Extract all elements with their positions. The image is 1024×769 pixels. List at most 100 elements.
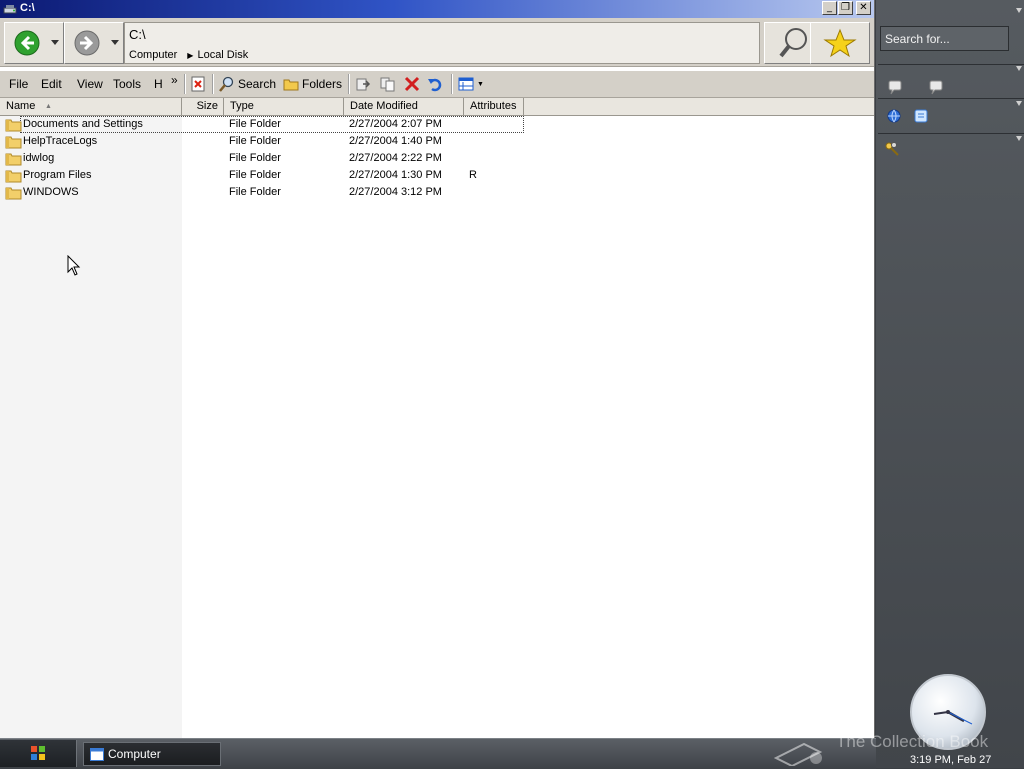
keys-icon[interactable] bbox=[884, 141, 900, 157]
table-row[interactable]: WINDOWS File Folder 2/27/2004 3:12 PM bbox=[0, 184, 874, 201]
menu-file[interactable]: File bbox=[9, 77, 28, 91]
forward-history-dropdown-icon[interactable] bbox=[111, 40, 119, 45]
minimize-button[interactable]: _ bbox=[822, 1, 837, 15]
file-attributes: R bbox=[469, 169, 477, 181]
toolbar-separator bbox=[348, 74, 350, 94]
folder-icon bbox=[5, 136, 22, 149]
sort-ascending-icon: ▲ bbox=[45, 103, 52, 110]
file-date: 2/27/2004 1:30 PM bbox=[349, 169, 442, 181]
file-type: File Folder bbox=[229, 118, 281, 130]
table-row[interactable]: HelpTraceLogs File Folder 2/27/2004 1:40… bbox=[0, 133, 874, 150]
forward-arrow-icon bbox=[74, 30, 100, 56]
title-bar[interactable]: C:\ _ ❐ ✕ bbox=[0, 0, 874, 18]
chat-bubble-icon[interactable] bbox=[928, 80, 944, 96]
toolbar-separator bbox=[212, 74, 214, 94]
menu-overflow-chevron[interactable]: » bbox=[171, 73, 178, 87]
file-date: 2/27/2004 2:07 PM bbox=[349, 118, 442, 130]
star-icon bbox=[823, 28, 857, 58]
column-header-attributes[interactable]: Attributes bbox=[464, 98, 524, 115]
column-attributes-label: Attributes bbox=[470, 100, 517, 112]
sidebar-menu-chevron-icon[interactable] bbox=[1016, 8, 1022, 13]
drive-icon bbox=[3, 5, 17, 14]
table-row[interactable]: Program Files File Folder 2/27/2004 1:30… bbox=[0, 167, 874, 184]
file-type: File Folder bbox=[229, 135, 281, 147]
undo-button[interactable] bbox=[427, 74, 443, 94]
sorted-column-shading bbox=[0, 116, 182, 738]
folders-icon bbox=[283, 79, 299, 91]
folder-icon bbox=[5, 170, 22, 183]
watermark-text: The Collection Book bbox=[836, 732, 989, 751]
collection-book-icon bbox=[774, 742, 823, 766]
chat-bubble-icon[interactable] bbox=[887, 80, 903, 96]
column-header-type[interactable]: Type bbox=[224, 98, 344, 115]
folders-toolbar-button[interactable]: Folders bbox=[283, 74, 342, 94]
file-name: Program Files bbox=[23, 169, 92, 181]
gadget-menu-chevron-icon[interactable] bbox=[1016, 66, 1022, 71]
column-header-name[interactable]: Name ▲ bbox=[0, 98, 182, 115]
close-button[interactable]: ✕ bbox=[856, 1, 871, 15]
toolbar-separator bbox=[184, 74, 186, 94]
column-header-date[interactable]: Date Modified bbox=[344, 98, 464, 115]
window-title: C:\ bbox=[20, 2, 35, 14]
menu-edit[interactable]: Edit bbox=[41, 77, 62, 91]
search-toolbar-label: Search bbox=[238, 77, 277, 91]
sidebar-divider bbox=[878, 64, 1024, 65]
file-type: File Folder bbox=[229, 169, 281, 181]
mouse-cursor-icon bbox=[67, 255, 81, 276]
address-path[interactable]: C:\ bbox=[129, 27, 146, 42]
folder-icon bbox=[5, 187, 22, 200]
search-icon bbox=[219, 76, 234, 92]
menu-view[interactable]: View bbox=[77, 77, 103, 91]
search-toolbar-button[interactable]: Search bbox=[219, 74, 276, 94]
file-date: 2/27/2004 3:12 PM bbox=[349, 186, 442, 198]
start-button[interactable] bbox=[0, 740, 77, 767]
breadcrumb: Computer ▶ Local Disk bbox=[129, 49, 248, 61]
move-to-icon bbox=[356, 78, 371, 91]
favorites-button[interactable] bbox=[810, 22, 870, 64]
sidebar-divider bbox=[878, 133, 1024, 134]
back-arrow-icon bbox=[14, 30, 40, 56]
table-row[interactable]: idwlog File Folder 2/27/2004 2:22 PM bbox=[0, 150, 874, 167]
clock-label: 3:19 PM, Feb 27 bbox=[910, 754, 992, 766]
undo-icon bbox=[428, 78, 442, 92]
taskbar-button-computer[interactable]: Computer bbox=[83, 742, 221, 766]
views-grid-icon bbox=[458, 77, 474, 91]
column-header-size[interactable]: Size bbox=[182, 98, 224, 115]
explorer-window: C:\ _ ❐ ✕ C:\ Computer ▶ Local Disk File… bbox=[0, 0, 875, 738]
breadcrumb-local-disk[interactable]: Local Disk bbox=[197, 49, 248, 61]
table-row[interactable]: Documents and Settings File Folder 2/27/… bbox=[0, 116, 874, 133]
folder-icon bbox=[5, 119, 22, 132]
stop-page-icon bbox=[191, 76, 205, 92]
column-name-label: Name bbox=[6, 100, 36, 112]
address-bar[interactable]: C:\ Computer ▶ Local Disk bbox=[124, 22, 760, 64]
window-icon bbox=[90, 748, 104, 761]
breadcrumb-computer[interactable]: Computer bbox=[129, 49, 177, 61]
taskbar-button-label: Computer bbox=[108, 747, 161, 761]
windows-logo-icon bbox=[31, 746, 45, 760]
views-button[interactable]: ▼ bbox=[458, 74, 484, 94]
network-globe-icon[interactable] bbox=[886, 108, 902, 124]
sidebar-search-input[interactable]: Search for... bbox=[880, 26, 1009, 51]
gadget-menu-chevron-icon[interactable] bbox=[1016, 101, 1022, 106]
breadcrumb-separator-icon[interactable]: ▶ bbox=[187, 51, 193, 60]
delete-button[interactable] bbox=[404, 74, 420, 94]
stop-button[interactable] bbox=[190, 74, 206, 94]
folders-toolbar-label: Folders bbox=[302, 77, 343, 91]
notes-icon[interactable] bbox=[913, 108, 929, 124]
menu-help[interactable]: H bbox=[154, 77, 163, 91]
move-to-button[interactable] bbox=[355, 74, 371, 94]
restore-button[interactable]: ❐ bbox=[838, 1, 853, 15]
file-type: File Folder bbox=[229, 152, 281, 164]
column-header-row: Name ▲ Size Type Date Modified Attribute… bbox=[0, 98, 874, 116]
back-history-dropdown-icon[interactable] bbox=[51, 40, 59, 45]
gadget-menu-chevron-icon[interactable] bbox=[1016, 136, 1022, 141]
menu-toolbar: File Edit View Tools H » Search Folders bbox=[0, 70, 874, 98]
file-name: Documents and Settings bbox=[23, 118, 143, 130]
back-button[interactable] bbox=[4, 22, 64, 64]
sidebar-divider bbox=[878, 98, 1024, 99]
copy-to-button[interactable] bbox=[380, 74, 396, 94]
menu-tools[interactable]: Tools bbox=[113, 77, 141, 91]
file-date: 2/27/2004 1:40 PM bbox=[349, 135, 442, 147]
file-name: idwlog bbox=[23, 152, 55, 164]
forward-button[interactable] bbox=[64, 22, 124, 64]
